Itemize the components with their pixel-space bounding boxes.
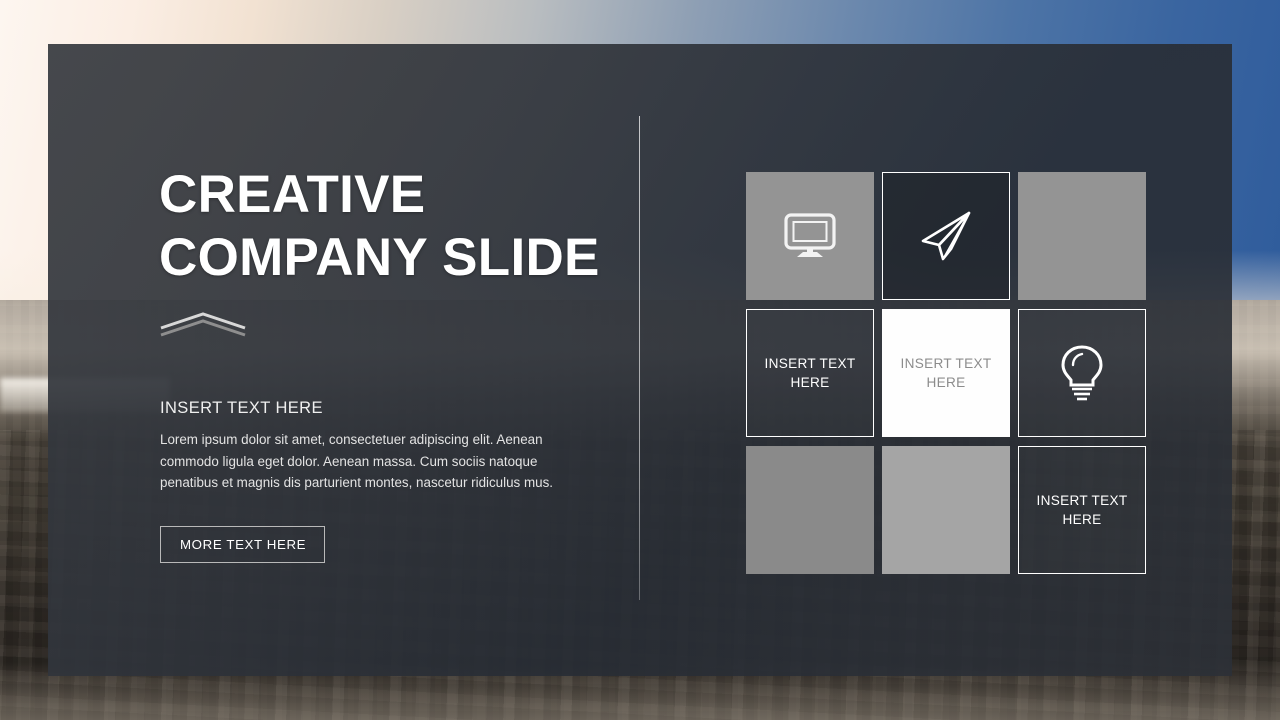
tile-lightbulb[interactable] [1018, 309, 1146, 437]
tile-label: INSERT TEXT HERE [764, 355, 856, 390]
monitor-icon [784, 213, 836, 257]
body-paragraph: Lorem ipsum dolor sit amet, consectetuer… [160, 432, 553, 491]
title-line-1: CREATIVE [159, 165, 426, 224]
tile-text-middle-center[interactable]: INSERT TEXT HERE [882, 309, 1010, 437]
tile-blank-bottom-left[interactable] [746, 446, 874, 574]
tile-paper-plane[interactable] [882, 172, 1010, 300]
tile-monitor[interactable] [746, 172, 874, 300]
tile-blank-top-right[interactable] [1018, 172, 1146, 300]
section-subheading: INSERT TEXT HERE [160, 399, 323, 418]
more-text-button[interactable]: MORE TEXT HERE [160, 526, 326, 564]
tile-grid: INSERT TEXT HERE INSERT TEXT HERE INSERT… [746, 172, 1146, 574]
left-content-column: CREATIVE COMPANY SLIDE INSERT TEXT HERE … [159, 164, 629, 564]
content-panel: CREATIVE COMPANY SLIDE INSERT TEXT HERE … [48, 44, 1232, 676]
paper-plane-icon [921, 211, 971, 261]
tile-label: INSERT TEXT HERE [1036, 492, 1128, 527]
tile-text-middle-left[interactable]: INSERT TEXT HERE [746, 309, 874, 437]
lightbulb-icon [1061, 345, 1103, 401]
title-line-2: COMPANY SLIDE [159, 227, 600, 287]
tile-text-bottom-right[interactable]: INSERT TEXT HERE [1018, 446, 1146, 574]
vertical-divider [639, 116, 640, 600]
page-title: CREATIVE COMPANY SLIDE [159, 164, 629, 289]
presentation-slide: CREATIVE COMPANY SLIDE INSERT TEXT HERE … [0, 0, 1280, 720]
chevron-divider-icon [160, 312, 246, 337]
tile-blank-bottom-center[interactable] [882, 446, 1010, 574]
tile-label: INSERT TEXT HERE [900, 355, 992, 390]
